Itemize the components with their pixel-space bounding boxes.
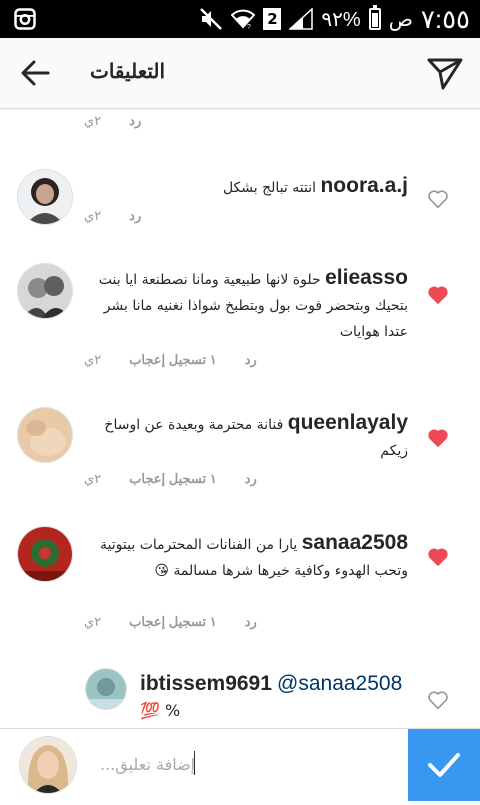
- comment-meta: ٢ي ١ تسجيل إعجاب رد: [84, 471, 257, 487]
- comment-body: noora.a.j انتته تبالج بشكل: [88, 173, 408, 201]
- page-title: التعليقات: [90, 61, 166, 83]
- avatar[interactable]: [86, 669, 126, 709]
- share-button[interactable]: [426, 54, 464, 92]
- comment-meta: ٢ي ١ تسجيل إعجاب رد: [84, 352, 257, 368]
- svg-text:?: ?: [247, 24, 251, 31]
- comment-username[interactable]: sanaa2508: [302, 531, 408, 554]
- like-count[interactable]: ١ تسجيل إعجاب: [129, 352, 217, 368]
- comment-text: انتته تبالج بشكل: [222, 180, 317, 196]
- reply-link[interactable]: رد: [129, 208, 141, 224]
- like-count[interactable]: ١ تسجيل إعجاب: [129, 471, 217, 487]
- comments-list[interactable]: ٢ي رد noora.a.j انتته تبالج بشكل ٢ي رد e…: [0, 109, 480, 727]
- avatar[interactable]: [18, 170, 72, 224]
- mention-link[interactable]: @sanaa2508: [277, 672, 402, 695]
- arrow-left-icon: [21, 60, 50, 86]
- clock: ٧:٥٥: [420, 3, 470, 34]
- comment-text-line: 💯 %: [140, 701, 180, 720]
- comment-time: ٢ي: [84, 208, 102, 223]
- comment-meta: ٢ي رد: [84, 113, 141, 129]
- heart-filled-icon: [428, 286, 448, 304]
- like-button[interactable]: [427, 427, 449, 449]
- app-header: التعليقات: [0, 38, 480, 109]
- like-count[interactable]: ١ تسجيل إعجاب: [129, 614, 217, 630]
- comment-body: ibtissem9691 @sanaa2508: [140, 672, 410, 696]
- paper-plane-icon: [427, 58, 463, 90]
- mute-icon: [200, 8, 223, 30]
- comment-username[interactable]: ibtissem9691: [140, 672, 272, 695]
- avatar[interactable]: [18, 264, 72, 318]
- heart-outline-icon: [428, 691, 448, 710]
- battery-percent: ٩٢%: [321, 8, 361, 31]
- sim-indicator: 2: [263, 8, 282, 30]
- comment-username[interactable]: queenlayaly: [288, 411, 408, 434]
- comment-username[interactable]: noora.a.j: [320, 174, 408, 197]
- comment-time: ٢ي: [84, 614, 102, 629]
- comment-time: ٢ي: [84, 113, 102, 128]
- status-bar: ? 2 ٩٢% ص ٧:٥٥: [0, 0, 480, 38]
- text-caret: [194, 751, 195, 775]
- comment-body: elieasso حلوة لانها طبيعية ومانا نصطنعة …: [88, 265, 408, 345]
- kiss-emoji: 😘: [154, 563, 169, 579]
- comment-time: ٢ي: [84, 471, 102, 486]
- like-button[interactable]: [427, 284, 449, 306]
- reply-link[interactable]: رد: [245, 352, 257, 368]
- like-button[interactable]: [427, 689, 449, 711]
- signal-icon: [289, 8, 314, 30]
- back-button[interactable]: [18, 56, 52, 90]
- comment-composer: [0, 728, 480, 801]
- avatar[interactable]: [18, 408, 72, 462]
- reply-link[interactable]: رد: [129, 113, 141, 129]
- hundred-emoji: 💯: [140, 701, 160, 720]
- heart-outline-icon: [428, 190, 448, 209]
- like-button[interactable]: [427, 188, 449, 210]
- post-comment-button[interactable]: [408, 729, 480, 801]
- comment-meta: ٢ي ١ تسجيل إعجاب رد: [84, 614, 257, 630]
- avatar[interactable]: [18, 527, 72, 581]
- checkmark-icon: [428, 753, 460, 777]
- instagram-notification-icon: [14, 8, 36, 30]
- wifi-icon: ?: [231, 9, 256, 31]
- ampm: ص: [388, 8, 413, 31]
- reply-link[interactable]: رد: [245, 614, 257, 630]
- like-button[interactable]: [427, 546, 449, 568]
- battery-icon: [368, 5, 381, 30]
- comment-body: sanaa2508 يارا من الفنانات المحترمات بيت…: [88, 530, 408, 584]
- comment-input[interactable]: [100, 739, 390, 789]
- heart-filled-icon: [428, 548, 448, 566]
- comment-time: ٢ي: [84, 352, 102, 367]
- heart-filled-icon: [428, 429, 448, 447]
- comment-body: queenlayaly فنانة محترمة وبعيدة عن اوساخ…: [88, 410, 408, 464]
- comment-text: %: [165, 701, 181, 720]
- comment-meta: ٢ي رد: [84, 208, 141, 224]
- current-user-avatar: [20, 737, 76, 793]
- reply-link[interactable]: رد: [245, 471, 257, 487]
- comment-username[interactable]: elieasso: [325, 266, 408, 289]
